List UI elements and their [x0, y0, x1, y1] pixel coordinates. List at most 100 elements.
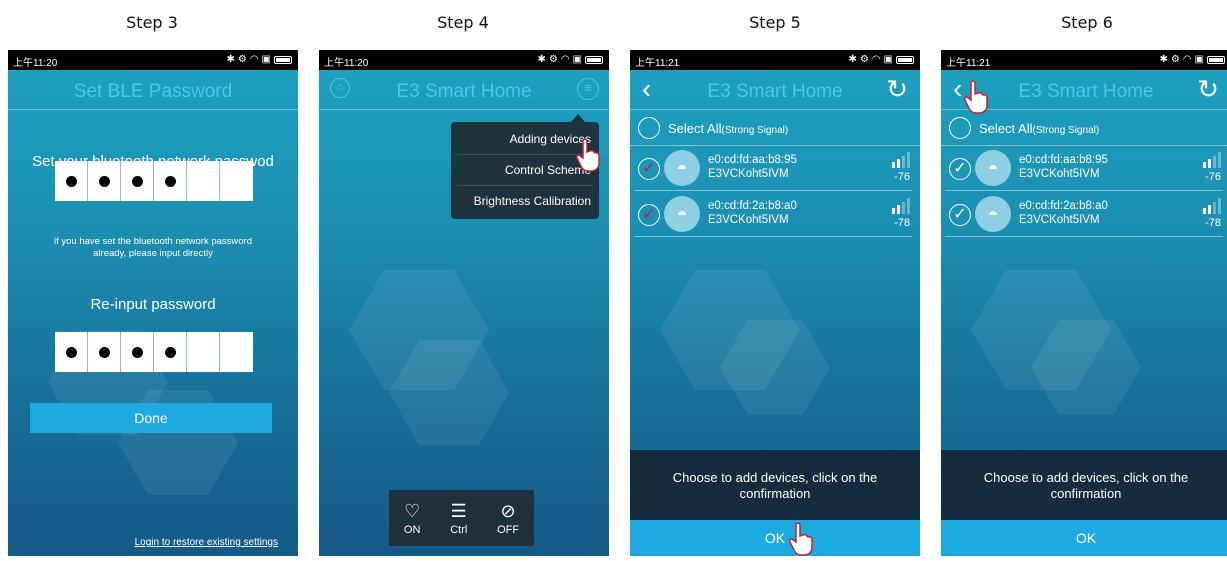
ok-button[interactable]: OK — [630, 520, 920, 556]
status-icons: ✱ ⚙ ◠ ▣ — [226, 52, 292, 68]
device-name: E3VCKoht5IVM — [1019, 214, 1100, 226]
select-all-note: (Strong Signal) — [1032, 125, 1100, 136]
device-row[interactable]: ✓ ◓ e0:cd:fd:aa:b8:95 E3VCKoht5IVM -76 — [945, 147, 1223, 191]
pin-cell — [187, 332, 220, 372]
status-time: 上午11:21 — [946, 58, 991, 69]
refresh-icon[interactable]: ↻ — [1197, 74, 1219, 104]
control-off-label: OFF — [497, 523, 520, 536]
pin-dot — [164, 346, 176, 358]
select-all-row[interactable]: Select All(Strong Signal) — [630, 110, 920, 146]
signal-strength: -76 — [882, 152, 910, 183]
bluetooth-icon: ✱ — [226, 54, 235, 65]
status-icons: ✱ ⚙ ◠ ▣ — [1159, 52, 1225, 68]
control-on-button[interactable]: ♡ ON — [404, 501, 421, 536]
device-mac: e0:cd:fd:2a:b8:a0 — [1019, 200, 1108, 212]
menu-item-adding-devices[interactable]: Adding devices — [457, 124, 593, 155]
ok-button[interactable]: OK — [941, 520, 1227, 556]
pin-cell — [220, 161, 253, 201]
reinput-label: Re-input password — [90, 296, 216, 313]
wifi-icon: ◠ — [1182, 54, 1192, 65]
lamp-icon: ◓ — [975, 150, 1011, 186]
select-all-note: (Strong Signal) — [721, 125, 789, 136]
phone-screen-step5: 上午11:21 ✱ ⚙ ◠ ▣ ‹ E3 Smart Home ↻ Select… — [630, 50, 920, 556]
battery-icon — [896, 56, 914, 64]
control-ctrl-label: Ctrl — [450, 523, 468, 536]
device-name: E3VCKoht5IVM — [708, 214, 789, 226]
pin-cell — [154, 161, 187, 201]
bulb-on-icon: ♡ — [404, 500, 421, 521]
pin-cell — [55, 161, 88, 201]
app-bar: ⌂ E3 Smart Home ≡ — [319, 70, 609, 110]
bulb-off-icon: ⊘ — [500, 500, 516, 521]
instruction-line-2: confirmation — [739, 486, 811, 501]
device-rssi: -76 — [1205, 171, 1221, 183]
bluetooth-icon: ✱ — [537, 54, 546, 65]
control-off-button[interactable]: ⊘ OFF — [497, 501, 519, 536]
signal-strength: -78 — [882, 198, 910, 229]
page-title: Set BLE Password — [73, 81, 233, 102]
pin-cell — [88, 161, 121, 201]
control-ctrl-button[interactable]: ☰ Ctrl — [450, 501, 467, 536]
sliders-icon: ☰ — [450, 500, 467, 521]
pin-dot — [164, 175, 176, 187]
pin-cell — [187, 161, 220, 201]
pin-cell — [55, 332, 88, 372]
alarm-icon: ⚙ — [859, 54, 869, 65]
device-mac: e0:cd:fd:aa:b8:95 — [708, 154, 797, 166]
lamp-icon: ◓ — [975, 196, 1011, 232]
pin-dot — [98, 346, 110, 358]
menu-item-control-scheme[interactable]: Control Scheme — [457, 155, 593, 186]
pin-cell — [220, 332, 253, 372]
device-checkbox-checked[interactable]: ✓ — [949, 158, 971, 180]
alarm-icon: ⚙ — [237, 54, 247, 65]
signal-bars-icon — [1203, 152, 1221, 168]
device-row[interactable]: ✓ ◓ e0:cd:fd:aa:b8:95 E3VCKoht5IVM -76 — [634, 147, 912, 191]
step-label-4: Step 4 — [437, 13, 489, 32]
menu-item-brightness-calibration[interactable]: Brightness Calibration — [457, 186, 593, 217]
lamp-icon: ◓ — [664, 150, 700, 186]
status-bar: 上午11:21 ✱ ⚙ ◠ ▣ — [630, 50, 920, 70]
status-icons: ✱ ⚙ ◠ ▣ — [848, 52, 914, 68]
instruction-message: Choose to add devices, click on the conf… — [630, 450, 920, 520]
password-hint: if you have set the bluetooth network pa… — [8, 236, 298, 260]
select-all-row[interactable]: Select All(Strong Signal) — [941, 110, 1227, 146]
instruction-message: Choose to add devices, click on the conf… — [941, 450, 1227, 520]
device-row[interactable]: ✓ ◓ e0:cd:fd:2a:b8:a0 E3VCKoht5IVM -78 — [945, 193, 1223, 237]
pin-dot — [98, 175, 110, 187]
device-rssi: -76 — [894, 171, 910, 183]
battery-icon — [274, 56, 292, 64]
device-mac: e0:cd:fd:aa:b8:95 — [1019, 154, 1108, 166]
refresh-icon[interactable]: ↻ — [886, 74, 908, 104]
pin-cell — [88, 332, 121, 372]
device-checkbox-checked[interactable]: ✓ — [949, 204, 971, 226]
reinput-password-input[interactable] — [55, 332, 253, 372]
signal-bars-icon — [892, 198, 910, 214]
login-restore-link[interactable]: Login to restore existing settings — [135, 537, 278, 548]
phone-screen-step4: 上午11:20 ✱ ⚙ ◠ ▣ ⌂ E3 Smart Home ≡ Adding… — [319, 50, 609, 556]
instruction-line-1: Choose to add devices, click on the — [983, 470, 1189, 485]
menu-icon[interactable]: ≡ — [577, 78, 599, 100]
done-button[interactable]: Done — [30, 403, 272, 433]
signal-bars-icon — [1203, 198, 1221, 214]
password-input[interactable] — [55, 161, 253, 201]
device-checkbox-checked[interactable]: ✓ — [638, 158, 660, 180]
signal-strength: -76 — [1193, 152, 1221, 183]
device-checkbox-checked[interactable]: ✓ — [638, 204, 660, 226]
select-all-checkbox[interactable] — [638, 117, 660, 139]
signal-bars-icon — [892, 152, 910, 168]
wifi-icon: ◠ — [249, 54, 259, 65]
pointer-hand-icon — [576, 138, 600, 172]
hint-line-1: if you have set the bluetooth network pa… — [53, 236, 253, 247]
status-time: 上午11:20 — [13, 58, 58, 69]
hint-line-2: already, please input directly — [93, 248, 213, 259]
step-label-3: Step 3 — [126, 13, 178, 32]
select-all-checkbox[interactable] — [949, 117, 971, 139]
pin-dot — [131, 346, 143, 358]
status-icons: ✱ ⚙ ◠ ▣ — [537, 52, 603, 68]
status-bar: 上午11:20 ✱ ⚙ ◠ ▣ — [8, 50, 298, 70]
device-rssi: -78 — [894, 217, 910, 229]
device-row[interactable]: ✓ ◓ e0:cd:fd:2a:b8:a0 E3VCKoht5IVM -78 — [634, 193, 912, 237]
status-time: 上午11:21 — [635, 58, 680, 69]
device-rssi: -78 — [1205, 217, 1221, 229]
instruction-line-2: confirmation — [1050, 486, 1122, 501]
